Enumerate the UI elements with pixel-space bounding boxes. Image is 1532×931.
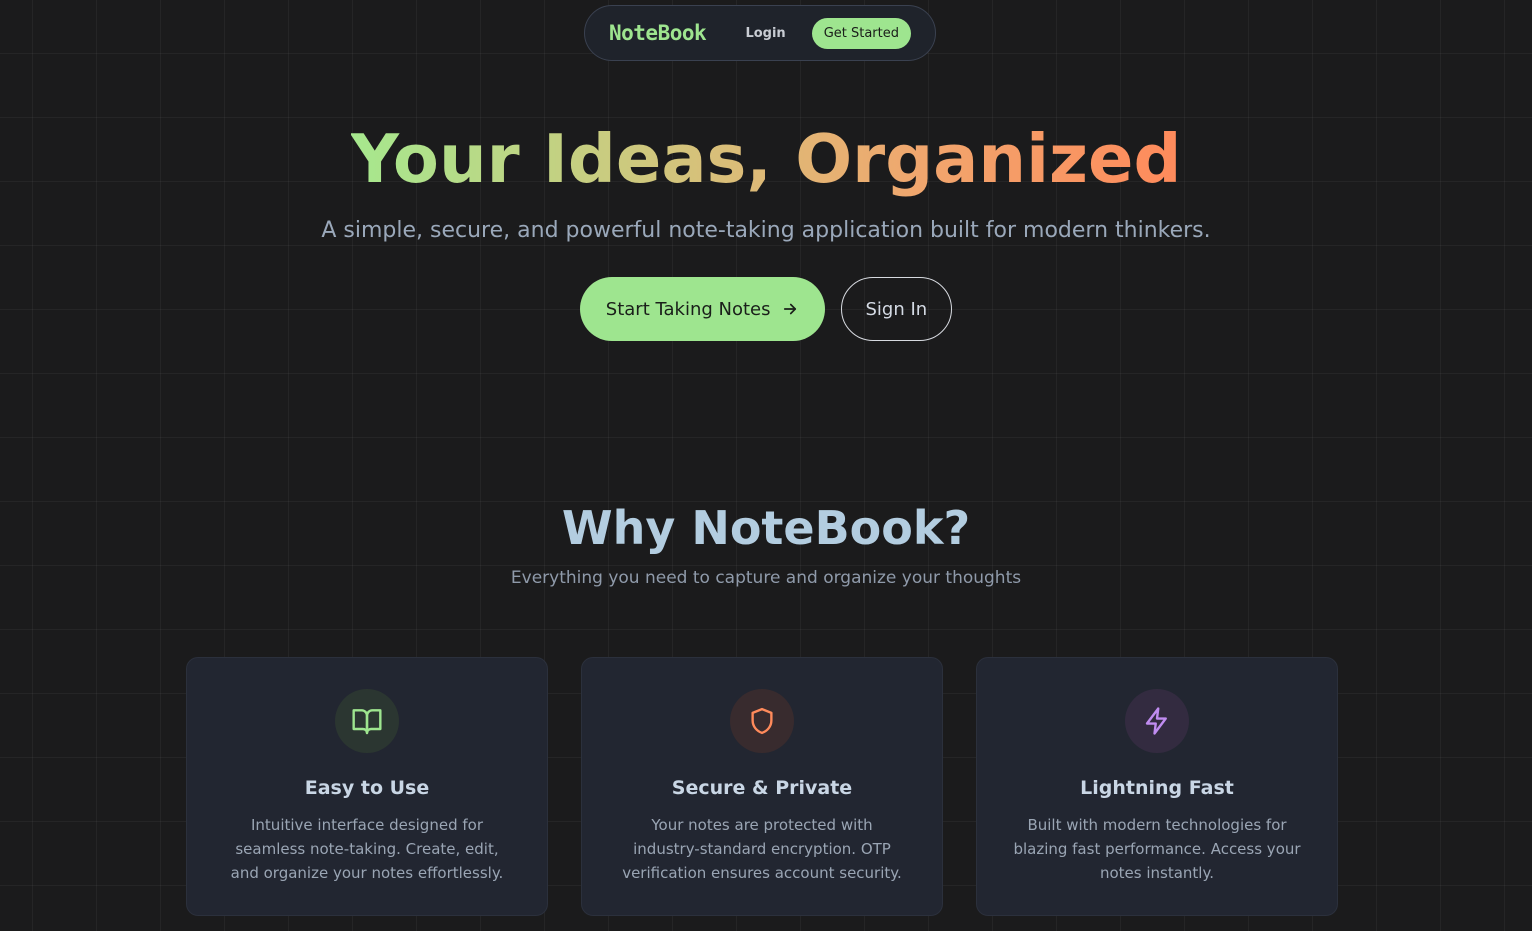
- login-link[interactable]: Login: [745, 26, 785, 41]
- get-started-button[interactable]: Get Started: [811, 17, 911, 49]
- feature-title: Easy to Use: [304, 777, 430, 799]
- hero-title: Your Ideas, Organized: [0, 117, 1532, 201]
- book-open-icon: [352, 709, 382, 735]
- start-taking-notes-label: Start Taking Notes: [605, 298, 771, 320]
- brand-logo[interactable]: NoteBook: [609, 21, 707, 45]
- top-nav: NoteBook Login Get Started: [584, 5, 936, 61]
- feature-description: Built with modern technologies for blazi…: [1013, 816, 1301, 882]
- hero-subtitle: A simple, secure, and powerful note-taki…: [321, 218, 1211, 243]
- arrow-right-icon: [783, 303, 796, 315]
- feature-icon-circle: [1125, 689, 1189, 753]
- features-subtitle: Everything you need to capture and organ…: [510, 568, 1022, 588]
- shield-icon: [751, 707, 773, 735]
- feature-title: Secure & Private: [671, 777, 853, 799]
- feature-cards: Easy to Use Intuitive interface designed…: [186, 657, 1338, 916]
- feature-card-secure-private: Secure & Private Your notes are protecte…: [581, 657, 943, 916]
- sign-in-button[interactable]: Sign In: [840, 277, 953, 341]
- features-title: Why NoteBook?: [561, 501, 971, 555]
- feature-description: Intuitive interface designed for seamles…: [230, 816, 504, 882]
- feature-card-lightning-fast: Lightning Fast Built with modern technol…: [976, 657, 1338, 916]
- hero-title-text: Your Ideas, Organized: [350, 120, 1182, 198]
- hero-buttons: Start Taking Notes Sign In: [0, 277, 1532, 341]
- feature-icon-circle: [335, 689, 399, 753]
- sign-in-label: Sign In: [865, 298, 928, 320]
- feature-description: Your notes are protected with industry-s…: [622, 816, 902, 882]
- lightning-icon: [1145, 707, 1167, 735]
- feature-title: Lightning Fast: [1080, 777, 1234, 799]
- feature-card-easy-to-use: Easy to Use Intuitive interface designed…: [186, 657, 548, 916]
- start-taking-notes-button[interactable]: Start Taking Notes: [579, 277, 825, 341]
- feature-icon-circle: [730, 689, 794, 753]
